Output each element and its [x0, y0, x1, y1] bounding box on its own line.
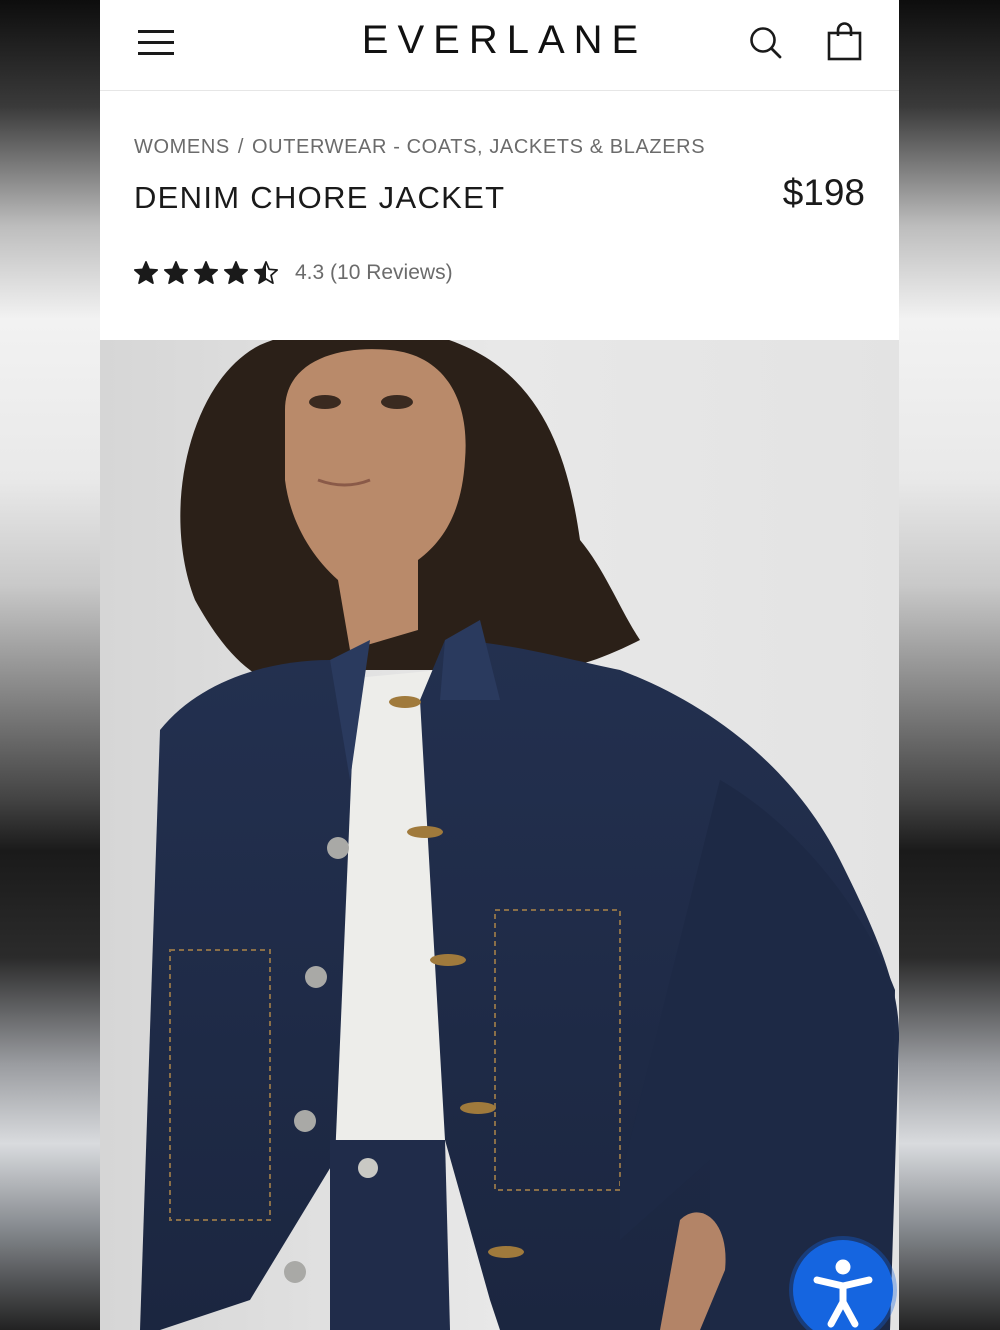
breadcrumb-outerwear[interactable]: OUTERWEAR - COATS, JACKETS & BLAZERS — [252, 136, 705, 158]
product-page: EVERLANE WOMENS / OUTERWEAR - COATS, JACKE… — [100, 0, 899, 1330]
product-title: DENIM CHORE JACKET — [134, 180, 506, 215]
star-full-icon — [133, 261, 159, 285]
breadcrumb: WOMENS / OUTERWEAR - COATS, JACKETS & BLAZ… — [134, 136, 705, 159]
accessibility-button[interactable] — [793, 1240, 893, 1330]
star-full-icon — [163, 261, 189, 285]
star-full-icon — [193, 261, 219, 285]
rating-reviews-link[interactable]: 4.3 (10 Reviews) — [295, 261, 453, 285]
star-half-icon — [253, 261, 279, 285]
product-photo[interactable] — [100, 340, 899, 1330]
cart-button[interactable] — [826, 22, 864, 62]
shopping-bag-icon — [827, 22, 862, 61]
product-rating[interactable]: 4.3 (10 Reviews) — [133, 260, 453, 286]
accessibility-icon — [813, 1259, 873, 1328]
breadcrumb-womens[interactable]: WOMENS — [134, 136, 230, 158]
product-price: $198 — [782, 172, 865, 213]
rating-stars — [133, 260, 279, 286]
breadcrumb-separator: / — [237, 136, 244, 158]
search-button[interactable] — [748, 24, 784, 62]
search-icon — [750, 27, 782, 59]
site-header: EVERLANE — [100, 0, 899, 91]
star-full-icon — [223, 261, 249, 285]
